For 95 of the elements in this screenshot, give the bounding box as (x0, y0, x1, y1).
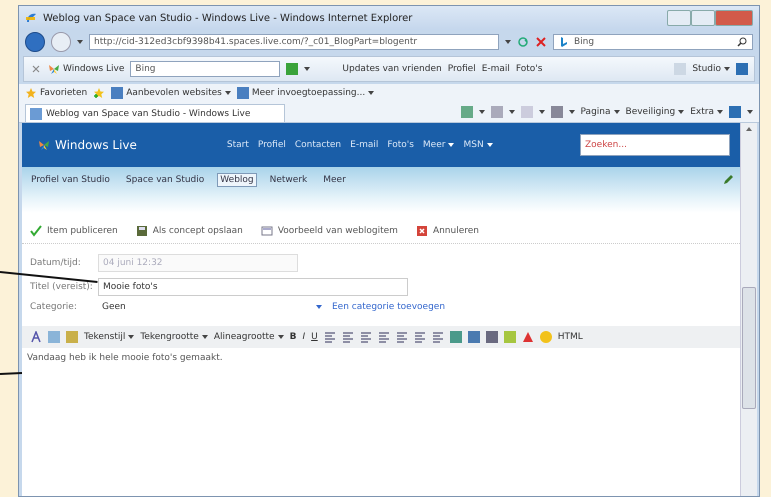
caret-icon (316, 305, 322, 309)
caret-icon (77, 40, 83, 44)
italic-button[interactable]: I (302, 332, 306, 342)
check-icon (30, 225, 42, 237)
caret-icon (202, 335, 208, 339)
command-menu[interactable]: Pagina (580, 107, 620, 117)
format-menu[interactable]: Tekenstijl (84, 332, 134, 342)
nav-tab[interactable]: Netwerk (266, 173, 310, 187)
close-icon[interactable] (535, 36, 547, 48)
butterfly-icon (38, 139, 50, 151)
save-icon (136, 225, 148, 237)
site-logo[interactable]: Windows Live (55, 138, 137, 152)
command-menu[interactable]: Extra (690, 107, 723, 117)
caret-icon (505, 40, 511, 44)
account-menu[interactable]: Studio (692, 64, 730, 74)
toolbar-link[interactable]: Foto's (516, 64, 542, 74)
publish-button[interactable]: Item publiceren (30, 225, 118, 237)
close-icon[interactable] (30, 63, 42, 75)
search-field[interactable]: Bing (553, 34, 753, 50)
nav-tab[interactable]: Profiel van Studio (28, 173, 113, 187)
preview-button[interactable]: Voorbeeld van weblogitem (260, 225, 398, 237)
favorites-menu[interactable]: Aanbevolen websites (111, 87, 231, 99)
nav-link[interactable]: Foto's (387, 140, 414, 150)
field-label: Categorie: (30, 302, 78, 312)
font-color-icon[interactable] (30, 331, 42, 343)
preview-icon (260, 225, 273, 237)
warning-icon[interactable] (522, 331, 534, 343)
field-label: Titel (vereist): (30, 282, 92, 292)
scrollbar[interactable] (740, 123, 757, 496)
search-icon[interactable] (736, 36, 748, 48)
cancel-icon (416, 225, 428, 237)
caret-icon (224, 91, 231, 95)
bold-button[interactable]: B (290, 332, 296, 342)
cancel-button[interactable]: Annuleren (416, 225, 479, 237)
caret-icon (614, 110, 620, 114)
minimize-button[interactable] (667, 10, 691, 26)
close-button[interactable] (715, 10, 753, 26)
caret-icon (368, 91, 374, 95)
back-button[interactable] (25, 32, 45, 52)
align-left-icon[interactable] (324, 331, 336, 343)
nav-link[interactable]: Contacten (294, 140, 342, 150)
draft-button[interactable]: Als concept opslaan (136, 225, 243, 237)
align-right-icon[interactable] (360, 331, 372, 343)
nav-link[interactable]: Meer (422, 140, 454, 150)
leader-line (0, 372, 22, 374)
caret-icon (128, 335, 134, 339)
pencil-icon[interactable] (722, 173, 734, 185)
html-button[interactable]: HTML (558, 332, 583, 342)
browser-icon (25, 12, 37, 24)
caret-icon (278, 335, 284, 339)
nav-link[interactable]: MSN (463, 140, 493, 150)
bing-logo-icon (558, 36, 570, 48)
browser-tab[interactable]: Weblog van Space van Studio - Windows Live (25, 104, 286, 122)
forward-button[interactable] (51, 32, 71, 52)
input-field[interactable]: Mooie foto's (98, 278, 408, 296)
butterfly-icon (48, 63, 60, 75)
format-menu[interactable]: Tekengrootte (140, 332, 208, 342)
caret-icon (717, 110, 723, 114)
nav-link[interactable]: E-mail (350, 140, 378, 150)
toolbar-link[interactable]: Profiel (448, 64, 476, 74)
window-title: Weblog van Space van Studio - Windows Live - Windows Internet Explorer (43, 12, 414, 24)
caret-icon (478, 110, 485, 114)
star-icon (25, 87, 37, 99)
search-field[interactable]: Bing (130, 61, 280, 77)
add-favorite-icon[interactable] (93, 87, 106, 99)
category-dropdown[interactable]: Geen (98, 302, 326, 312)
caret-icon (747, 110, 753, 114)
command-menu[interactable]: Beveiliging (626, 107, 684, 117)
toolbar-link[interactable]: Updates van vrienden (342, 64, 442, 74)
editor-area[interactable]: Vandaag heb ik hele mooie foto's gemaakt. (22, 348, 740, 368)
caret-icon (304, 67, 310, 71)
favorites-menu[interactable]: Meer invoegtoepassing... (236, 87, 374, 99)
windows-live-button[interactable]: Windows Live (48, 63, 124, 75)
favorites-button[interactable]: Favorieten (25, 87, 88, 99)
caret-icon (508, 110, 515, 114)
align-center-icon[interactable] (342, 331, 354, 343)
nav-tab[interactable]: Weblog (217, 173, 257, 187)
add-category-link[interactable]: Een categorie toevoegen (332, 302, 446, 312)
caret-icon (568, 110, 575, 114)
nav-tab[interactable]: Space van Studio (122, 173, 208, 187)
format-menu[interactable]: Alineagrootte (214, 332, 284, 342)
maximize-button[interactable] (691, 10, 715, 26)
refresh-icon[interactable] (517, 36, 529, 48)
nav-link[interactable]: Profiel (258, 140, 286, 150)
editor-text: Vandaag heb ik hele mooie foto's gemaakt. (27, 353, 224, 363)
address-field[interactable]: http://cid-312ed3cbf9398b41.spaces.live.com/?_c01_BlogPart=blogentr (89, 34, 499, 50)
caret-icon (538, 110, 545, 114)
field-label: Datum/tijd: (30, 258, 82, 268)
search-field[interactable]: Zoeken... (580, 134, 730, 156)
nav-tab[interactable]: Meer (320, 173, 349, 187)
caret-icon (724, 67, 730, 71)
caret-icon (678, 110, 684, 114)
nav-link[interactable]: Start (226, 140, 249, 150)
toolbar-link[interactable]: E-mail (482, 64, 510, 74)
underline-button[interactable]: U (311, 332, 318, 342)
